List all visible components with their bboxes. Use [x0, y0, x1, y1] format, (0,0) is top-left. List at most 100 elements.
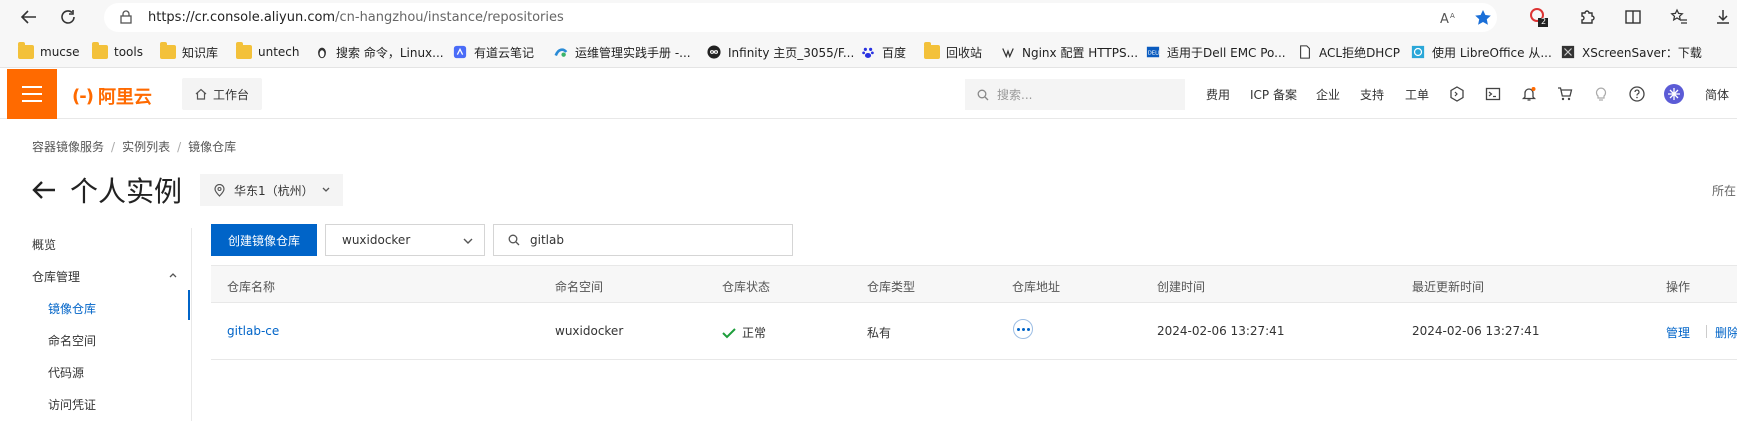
bookmark-label: mucse	[40, 45, 80, 59]
favorite-star-icon[interactable]	[1474, 9, 1492, 26]
bookmark-knowledge[interactable]: 知识库	[160, 42, 218, 61]
sidebar-group-repo-management[interactable]: 仓库管理	[32, 268, 80, 285]
sidebar-item-code-source[interactable]: 代码源	[48, 364, 84, 381]
column-header-actions: 操作	[1666, 280, 1691, 294]
search-icon	[508, 234, 520, 246]
svg-text:A: A	[1440, 12, 1449, 26]
sidebar-item-repositories[interactable]: 镜像仓库	[48, 300, 96, 317]
topbar-link-ticket[interactable]: 工单	[1405, 86, 1429, 103]
aliyun-logo[interactable]: (-) 阿里云	[72, 83, 152, 109]
manage-link[interactable]: 管理	[1666, 324, 1690, 341]
user-avatar[interactable]	[1663, 83, 1685, 105]
page-header: 个人实例	[32, 170, 182, 210]
column-header-status: 仓库状态	[722, 280, 771, 294]
bookmark-nginx[interactable]: Nginx 配置 HTTPS...	[1000, 43, 1138, 61]
reload-icon	[61, 10, 75, 24]
cart-icon[interactable]	[1554, 83, 1576, 105]
repository-search-input[interactable]: gitlab	[493, 224, 793, 256]
bookmark-youdao[interactable]: 有道云笔记	[452, 43, 534, 61]
youdao-note-icon	[453, 45, 467, 59]
sidebar-item-namespaces[interactable]: 命名空间	[48, 332, 96, 349]
region-selector[interactable]: 华东1（杭州）	[200, 174, 343, 206]
split-screen-icon[interactable]	[1622, 7, 1644, 27]
svg-text:A: A	[1450, 12, 1455, 20]
folder-icon	[236, 42, 252, 59]
cell-namespace: wuxidocker	[555, 324, 624, 338]
cloud-shell-icon[interactable]	[1446, 83, 1468, 105]
dell-icon: DELL	[1146, 46, 1161, 58]
topbar-link-icp[interactable]: ICP 备案	[1250, 86, 1297, 103]
linux-penguin-icon	[318, 47, 326, 59]
baidu-paw-icon	[862, 47, 874, 58]
cell-updated: 2024-02-06 13:27:41	[1412, 324, 1540, 338]
bookmark-mucse[interactable]: mucse	[18, 42, 80, 61]
lightbulb-icon[interactable]	[1590, 83, 1612, 105]
svg-text:DELL: DELL	[1148, 51, 1161, 57]
repository-name-link[interactable]: gitlab-ce	[227, 324, 279, 338]
repository-address-more-button[interactable]	[1013, 319, 1033, 339]
menu-button[interactable]	[7, 69, 57, 119]
workbench-button[interactable]: 工作台	[182, 78, 262, 110]
breadcrumb-item[interactable]: 实例列表	[122, 140, 170, 154]
namespace-select[interactable]: wuxidocker	[325, 224, 485, 256]
extension-badge-icon[interactable]: 2	[1528, 7, 1550, 27]
nginx-icon	[1002, 48, 1014, 59]
chevron-down-icon	[463, 238, 473, 244]
sidebar-item-overview[interactable]: 概览	[32, 236, 56, 253]
chevron-down-icon	[322, 187, 330, 192]
bookmark-recycle[interactable]: 回收站	[924, 42, 982, 61]
column-header-updated: 最近更新时间	[1412, 280, 1485, 294]
favorites-list-icon[interactable]	[1668, 7, 1690, 27]
topbar-link-billing[interactable]: 费用	[1206, 86, 1230, 103]
breadcrumb-item[interactable]: 容器镜像服务	[32, 140, 104, 154]
downloads-icon[interactable]	[1712, 7, 1734, 27]
bookmark-label: Infinity 主页_3055/F...	[728, 45, 855, 60]
extensions-puzzle-icon[interactable]	[1576, 7, 1598, 27]
cell-status: 正常	[722, 324, 766, 341]
sidebar-item-access-credentials[interactable]: 访问凭证	[48, 396, 96, 413]
search-placeholder: 搜索...	[997, 88, 1033, 102]
bookmark-label: Nginx 配置 HTTPS...	[1022, 45, 1139, 60]
bookmark-baidu[interactable]: 百度	[860, 43, 906, 61]
bookmark-label: 有道云笔记	[474, 45, 535, 60]
back-arrow-icon[interactable]	[32, 180, 56, 200]
chevron-up-icon[interactable]	[168, 270, 178, 280]
folder-icon	[160, 42, 176, 59]
column-header-namespace: 命名空间	[555, 280, 604, 294]
bookmark-label: 搜索 命令，Linux...	[336, 45, 444, 60]
delete-link[interactable]: 删除	[1715, 324, 1737, 341]
read-aloud-icon[interactable]: AA	[1440, 10, 1458, 26]
lock-icon	[120, 10, 132, 24]
back-button[interactable]	[16, 5, 42, 29]
bookmark-libreoffice[interactable]: 使用 LibreOffice 从...	[1410, 43, 1552, 61]
create-repository-button[interactable]: 创建镜像仓库	[211, 224, 317, 256]
bell-icon[interactable]	[1518, 83, 1540, 105]
column-header-type: 仓库类型	[867, 280, 916, 294]
bookmark-acl-dhcp[interactable]: ACL拒绝DHCP	[1297, 43, 1400, 61]
topbar-link-support[interactable]: 支持	[1360, 86, 1384, 103]
search-value: gitlab	[530, 233, 564, 247]
bookmark-infinity[interactable]: Infinity 主页_3055/F...	[706, 43, 854, 61]
terminal-icon[interactable]	[1482, 83, 1504, 105]
bookmark-untech[interactable]: untech	[236, 42, 300, 61]
bookmark-linux-search[interactable]: 搜索 命令，Linux...	[314, 43, 444, 61]
browser-toolbar: https://cr.console.aliyun.com/cn-hangzho…	[0, 0, 1737, 34]
bookmark-dell[interactable]: DELL 适用于Dell EMC Po...	[1145, 43, 1286, 61]
bookmark-xscreensaver[interactable]: XScreenSaver：下载	[1560, 43, 1702, 61]
console-search-input[interactable]: 搜索...	[965, 79, 1185, 110]
column-header-created: 创建时间	[1157, 280, 1206, 294]
document-icon	[1300, 45, 1310, 59]
reload-button[interactable]	[55, 5, 81, 29]
bookmark-ops-manual[interactable]: 运维管理实践手册 -...	[553, 43, 691, 61]
bookmark-label: tools	[114, 45, 143, 59]
bookmark-label: untech	[258, 45, 300, 59]
address-bar[interactable]: https://cr.console.aliyun.com/cn-hangzho…	[104, 3, 1497, 32]
column-header-address: 仓库地址	[1012, 280, 1061, 294]
help-icon[interactable]	[1626, 83, 1648, 105]
status-text: 正常	[742, 326, 767, 340]
bookmark-tools[interactable]: tools	[92, 42, 143, 61]
language-switch[interactable]: 简体	[1705, 86, 1729, 103]
logo-text: 阿里云	[97, 87, 152, 108]
bookmark-label: XScreenSaver：下载	[1582, 45, 1702, 60]
topbar-link-enterprise[interactable]: 企业	[1316, 86, 1340, 103]
